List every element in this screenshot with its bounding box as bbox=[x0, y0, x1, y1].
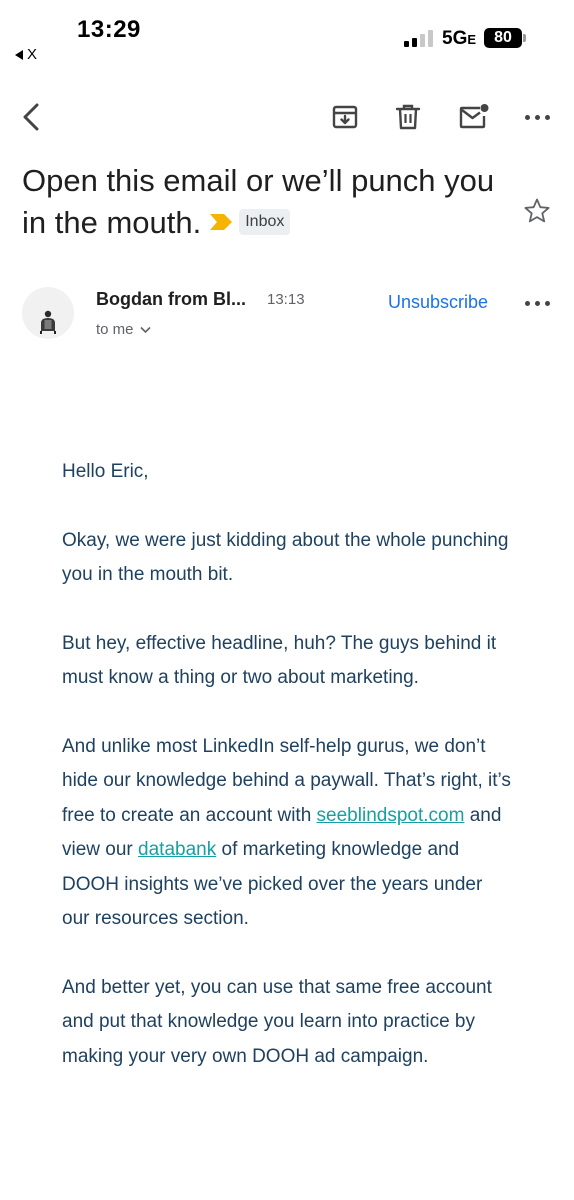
body-paragraph: And better yet, you can use that same fr… bbox=[62, 976, 492, 1067]
more-options-button[interactable] bbox=[520, 104, 554, 130]
person-photo-icon bbox=[40, 310, 56, 334]
mark-unread-button[interactable] bbox=[455, 100, 493, 134]
important-marker-icon[interactable] bbox=[209, 213, 233, 231]
chevron-down-icon bbox=[139, 326, 151, 333]
more-horizontal-icon bbox=[524, 114, 550, 120]
sender-avatar[interactable] bbox=[22, 287, 74, 339]
back-to-app-link[interactable]: X bbox=[15, 46, 37, 63]
message-more-button[interactable] bbox=[520, 292, 554, 314]
seeblindspot-link[interactable]: seeblindspot.com bbox=[317, 805, 465, 826]
email-time: 13:13 bbox=[267, 291, 305, 308]
star-icon bbox=[524, 198, 550, 223]
unsubscribe-link[interactable]: Unsubscribe bbox=[388, 292, 488, 313]
status-time: 13:29 bbox=[77, 16, 141, 43]
delete-button[interactable] bbox=[391, 100, 425, 134]
databank-link[interactable]: databank bbox=[138, 839, 216, 860]
archive-icon bbox=[332, 105, 358, 129]
mark-unread-icon bbox=[459, 104, 489, 129]
recipient-details-toggle[interactable]: to me bbox=[96, 321, 151, 338]
inbox-label-chip[interactable]: Inbox bbox=[239, 208, 291, 235]
subject-line: Open this email or we’ll punch you in th… bbox=[22, 160, 502, 244]
sender-name[interactable]: Bogdan from Bl... bbox=[96, 289, 246, 310]
archive-button[interactable] bbox=[328, 100, 362, 134]
chevron-left-icon bbox=[23, 103, 39, 131]
back-app-label: X bbox=[27, 46, 38, 63]
email-body: Hello Eric, Okay, we were just kidding a… bbox=[62, 455, 512, 1108]
network-indicator: 5GE bbox=[442, 28, 476, 50]
more-horizontal-icon bbox=[524, 300, 550, 306]
network-suffix: E bbox=[467, 32, 477, 47]
network-type: 5G bbox=[442, 28, 468, 49]
back-button[interactable] bbox=[14, 100, 48, 134]
back-triangle-icon bbox=[15, 49, 23, 60]
star-button[interactable] bbox=[521, 195, 553, 227]
body-paragraph: Okay, we were just kidding about the who… bbox=[62, 529, 509, 586]
recipient-label: to me bbox=[96, 321, 134, 338]
body-paragraph: But hey, effective headline, huh? The gu… bbox=[62, 632, 497, 689]
trash-icon bbox=[395, 104, 421, 130]
signal-strength-icon bbox=[404, 30, 433, 47]
battery-indicator: 80 bbox=[484, 28, 522, 48]
greeting: Hello Eric, bbox=[62, 461, 149, 482]
battery-tip bbox=[523, 34, 526, 42]
body-paragraph: And unlike most LinkedIn self-help gurus… bbox=[62, 730, 512, 937]
